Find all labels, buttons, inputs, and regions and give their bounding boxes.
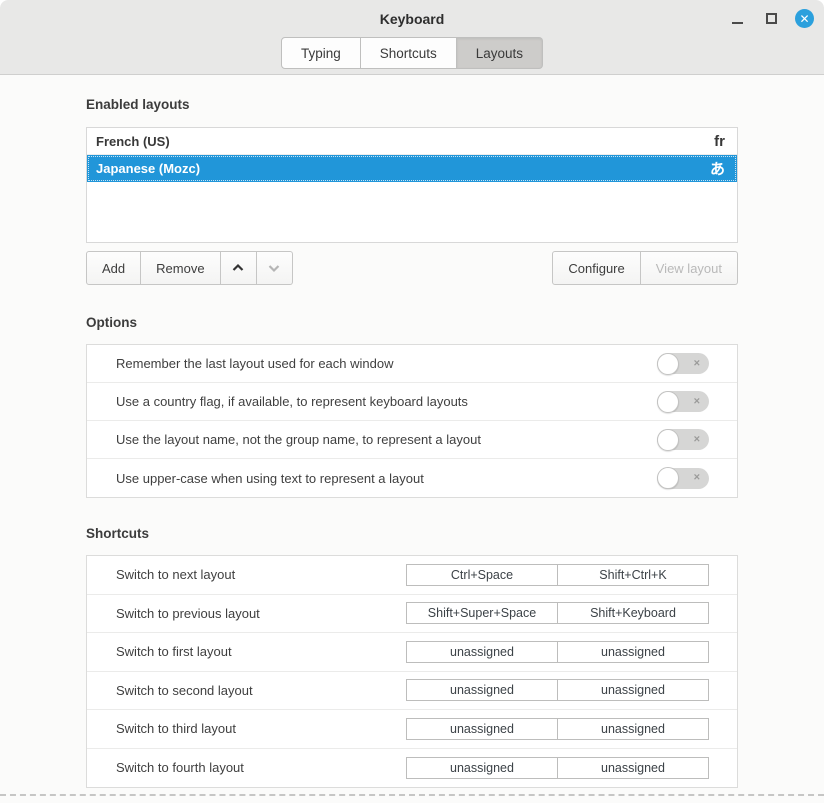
shortcut-binding-group: unassigned unassigned: [406, 718, 709, 740]
minimize-button[interactable]: [727, 9, 747, 29]
shortcut-label: Switch to second layout: [116, 683, 406, 698]
shortcut-binding-group: Shift+Super+Space Shift+Keyboard: [406, 602, 709, 624]
move-up-button[interactable]: [221, 251, 257, 285]
shortcut-row-next-layout: Switch to next layout Ctrl+Space Shift+C…: [87, 556, 737, 595]
remember-layout-toggle[interactable]: ×: [657, 353, 709, 374]
shortcut-row-first-layout: Switch to first layout unassigned unassi…: [87, 633, 737, 672]
option-row-remember-layout: Remember the last layout used for each w…: [87, 345, 737, 383]
close-icon: ✕: [799, 13, 809, 25]
layout-name: Japanese (Mozc): [96, 161, 710, 176]
option-row-layout-name: Use the layout name, not the group name,…: [87, 421, 737, 459]
toggle-off-icon: ×: [694, 396, 700, 407]
chevron-down-icon: [267, 261, 281, 275]
chevron-up-icon: [231, 261, 245, 275]
layouts-page: Enabled layouts French (US) fr Japanese …: [0, 75, 824, 788]
scroll-undershoot-indicator: [0, 794, 824, 796]
shortcut-row-fourth-layout: Switch to fourth layout unassigned unass…: [87, 749, 737, 788]
window-title: Keyboard: [380, 11, 445, 27]
titlebar[interactable]: Keyboard ✕: [0, 0, 824, 37]
shortcut-primary-button[interactable]: Ctrl+Space: [406, 564, 558, 586]
shortcut-binding-group: Ctrl+Space Shift+Ctrl+K: [406, 564, 709, 586]
list-edit-button-group: Add Remove: [86, 251, 293, 285]
shortcut-secondary-button[interactable]: Shift+Ctrl+K: [558, 564, 709, 586]
shortcut-row-previous-layout: Switch to previous layout Shift+Super+Sp…: [87, 595, 737, 634]
view-layout-button[interactable]: View layout: [641, 251, 738, 285]
toggle-knob: [657, 353, 679, 375]
maximize-icon: [766, 13, 777, 24]
shortcuts-heading: Shortcuts: [86, 524, 738, 544]
tab-bar: Typing Shortcuts Layouts: [0, 37, 824, 69]
shortcut-label: Switch to next layout: [116, 567, 406, 582]
shortcut-primary-button[interactable]: unassigned: [406, 679, 558, 701]
shortcut-binding-group: unassigned unassigned: [406, 679, 709, 701]
shortcut-secondary-button[interactable]: Shift+Keyboard: [558, 602, 709, 624]
shortcut-secondary-button[interactable]: unassigned: [558, 641, 709, 663]
toggle-off-icon: ×: [694, 472, 700, 483]
minimize-icon: [732, 22, 743, 24]
tab-layouts[interactable]: Layouts: [457, 37, 543, 69]
tab-typing[interactable]: Typing: [281, 37, 361, 69]
option-label: Remember the last layout used for each w…: [116, 356, 657, 371]
options-heading: Options: [86, 313, 738, 333]
shortcut-binding-group: unassigned unassigned: [406, 757, 709, 779]
toggle-off-icon: ×: [694, 434, 700, 445]
configure-button[interactable]: Configure: [552, 251, 640, 285]
option-label: Use upper-case when using text to repres…: [116, 471, 657, 486]
option-label: Use a country flag, if available, to rep…: [116, 394, 657, 409]
layout-row-french[interactable]: French (US) fr: [87, 128, 737, 155]
shortcut-label: Switch to previous layout: [116, 606, 406, 621]
toggle-knob: [657, 467, 679, 489]
layout-indicator-badge: fr: [714, 133, 725, 150]
country-flag-toggle[interactable]: ×: [657, 391, 709, 412]
shortcut-primary-button[interactable]: unassigned: [406, 718, 558, 740]
remove-layout-button[interactable]: Remove: [141, 251, 220, 285]
shortcut-row-second-layout: Switch to second layout unassigned unass…: [87, 672, 737, 711]
shortcuts-panel: Switch to next layout Ctrl+Space Shift+C…: [86, 555, 738, 788]
add-layout-button[interactable]: Add: [86, 251, 141, 285]
toggle-off-icon: ×: [694, 358, 700, 369]
option-row-country-flag: Use a country flag, if available, to rep…: [87, 383, 737, 421]
tab-shortcuts[interactable]: Shortcuts: [361, 37, 457, 69]
move-down-button[interactable]: [257, 251, 293, 285]
layout-row-japanese[interactable]: Japanese (Mozc) あ: [87, 155, 737, 182]
options-panel: Remember the last layout used for each w…: [86, 344, 738, 498]
shortcut-label: Switch to first layout: [116, 644, 406, 659]
layout-config-button-group: Configure View layout: [552, 251, 738, 285]
shortcut-primary-button[interactable]: unassigned: [406, 757, 558, 779]
option-row-upper-case: Use upper-case when using text to repres…: [87, 459, 737, 497]
shortcut-row-third-layout: Switch to third layout unassigned unassi…: [87, 710, 737, 749]
option-label: Use the layout name, not the group name,…: [116, 432, 657, 447]
shortcut-secondary-button[interactable]: unassigned: [558, 679, 709, 701]
enabled-layouts-heading: Enabled layouts: [86, 95, 738, 115]
shortcut-label: Switch to fourth layout: [116, 760, 406, 775]
shortcut-label: Switch to third layout: [116, 721, 406, 736]
window-controls: ✕: [727, 0, 814, 37]
keyboard-settings-window: Keyboard ✕ Typing Shortcuts Layouts Enab…: [0, 0, 824, 803]
shortcut-secondary-button[interactable]: unassigned: [558, 757, 709, 779]
toggle-knob: [657, 429, 679, 451]
close-button[interactable]: ✕: [795, 9, 814, 28]
toggle-knob: [657, 391, 679, 413]
shortcut-primary-button[interactable]: Shift+Super+Space: [406, 602, 558, 624]
enabled-layouts-list: French (US) fr Japanese (Mozc) あ: [86, 127, 738, 243]
window-header: Keyboard ✕ Typing Shortcuts Layouts: [0, 0, 824, 75]
maximize-button[interactable]: [761, 9, 781, 29]
layout-name-toggle[interactable]: ×: [657, 429, 709, 450]
layout-indicator-badge: あ: [710, 158, 725, 179]
layout-name: French (US): [96, 134, 714, 149]
shortcut-secondary-button[interactable]: unassigned: [558, 718, 709, 740]
upper-case-toggle[interactable]: ×: [657, 468, 709, 489]
shortcut-primary-button[interactable]: unassigned: [406, 641, 558, 663]
layout-list-actions: Add Remove Configure View layout: [86, 251, 738, 285]
shortcut-binding-group: unassigned unassigned: [406, 641, 709, 663]
